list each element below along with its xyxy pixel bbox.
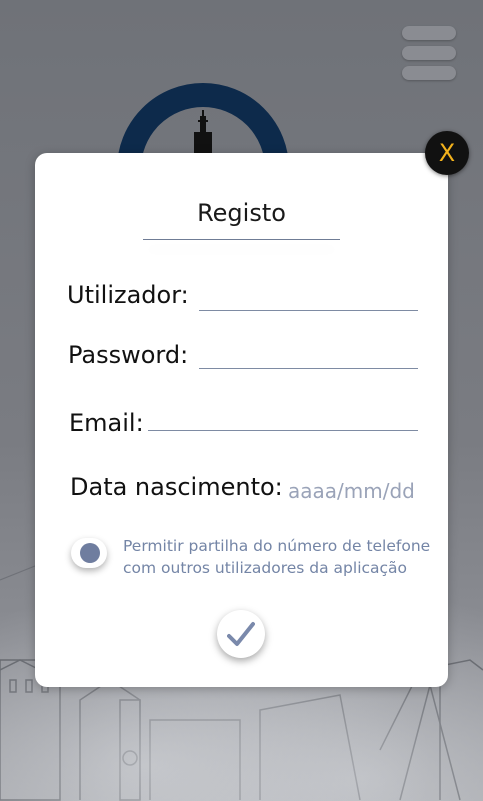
dialog-title: Registo (197, 199, 286, 227)
share-phone-label-line2: com outros utilizadores da aplicação (123, 559, 408, 577)
email-label: Email: (69, 409, 144, 437)
birthdate-input[interactable] (288, 477, 422, 505)
email-input[interactable] (148, 404, 418, 431)
share-phone-toggle[interactable] (71, 538, 107, 568)
close-button[interactable]: X (425, 131, 469, 175)
registration-dialog: Registo Utilizador: Password: Email: Dat… (35, 153, 448, 687)
title-underline (143, 239, 340, 240)
share-phone-label-line1: Permitir partilha do número de telefone (123, 537, 431, 555)
toggle-knob (80, 543, 100, 563)
username-label: Utilizador: (67, 281, 189, 309)
password-label: Password: (68, 341, 189, 369)
hamburger-menu-icon[interactable] (402, 26, 456, 80)
username-input[interactable] (199, 284, 418, 311)
birthdate-label: Data nascimento: (70, 473, 283, 501)
share-phone-label: Permitir partilha do número de telefone … (123, 535, 435, 579)
password-input[interactable] (199, 342, 418, 369)
checkmark-icon (227, 622, 255, 646)
submit-button[interactable] (217, 610, 265, 658)
